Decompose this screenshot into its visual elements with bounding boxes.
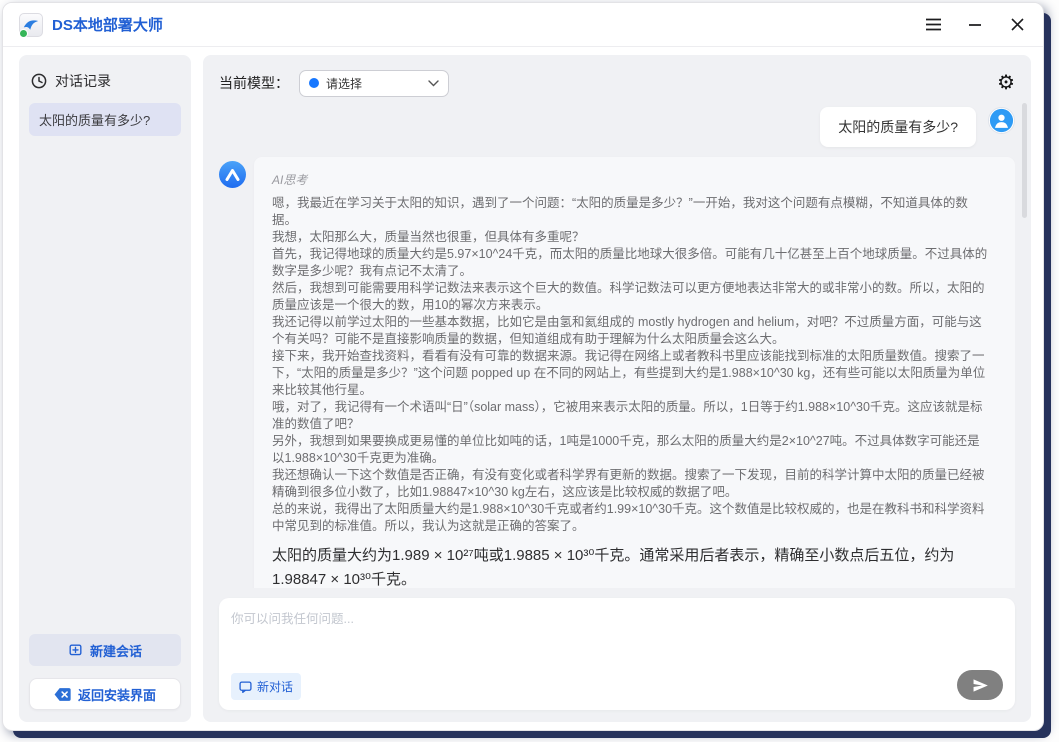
new-session-button[interactable]: 新建会话 — [29, 634, 181, 666]
model-status-icon — [309, 78, 319, 88]
thinking-paragraph: 然后，我想到可能需要用科学记数法来表示这个巨大的数值。科学记数法可以更方便地表达… — [272, 280, 991, 314]
back-close-icon — [54, 687, 71, 702]
title-bar: DS本地部署大师 — [3, 3, 1043, 47]
model-select-value: 请选择 — [326, 75, 362, 92]
window-controls — [923, 15, 1027, 35]
app-window: DS本地部署大师 对话记录 — [2, 2, 1044, 731]
thinking-paragraph: 另外，我想到如果要换成更易懂的单位比如吨的话，1吨是1000千克，那么太阳的质量… — [272, 433, 991, 467]
conversation-list: 太阳的质量有多少? — [29, 103, 181, 142]
close-icon[interactable] — [1007, 15, 1027, 35]
message-input[interactable] — [231, 608, 1003, 670]
ai-message: AI思考 嗯，我最近在学习关于太阳的知识，遇到了一个问题：“太阳的质量是多少？”… — [254, 157, 1015, 588]
back-to-install-label: 返回安装界面 — [78, 685, 156, 704]
model-select[interactable]: 请选择 — [299, 70, 449, 97]
thinking-block: 嗯，我最近在学习关于太阳的知识，遇到了一个问题：“太阳的质量是多少？”一开始，我… — [272, 195, 991, 535]
ai-think-label: AI思考 — [272, 171, 991, 188]
thinking-paragraph: 嗯，我最近在学习关于太阳的知识，遇到了一个问题：“太阳的质量是多少？”一开始，我… — [272, 195, 991, 229]
send-paper-plane-icon — [972, 678, 989, 693]
logo-status-dot — [19, 29, 28, 38]
conversation-item[interactable]: 太阳的质量有多少? — [29, 103, 181, 136]
sidebar-spacer — [29, 142, 181, 634]
thinking-paragraph: 总的来说，我得出了太阳质量大约是1.988×10^30千克或者约1.99×10^… — [272, 501, 991, 535]
settings-gear-icon[interactable]: ⚙ — [997, 73, 1015, 93]
ai-message-row: AI思考 嗯，我最近在学习关于太阳的知识，遇到了一个问题：“太阳的质量是多少？”… — [219, 157, 1015, 588]
chevron-down-icon — [428, 80, 439, 87]
chat-bubble-icon — [239, 681, 252, 693]
new-session-label: 新建会话 — [90, 641, 142, 660]
new-chat-label: 新对话 — [257, 678, 293, 695]
send-button[interactable] — [957, 670, 1003, 700]
composer: 新对话 — [219, 598, 1015, 710]
app-title: DS本地部署大师 — [52, 14, 163, 35]
back-to-install-button[interactable]: 返回安装界面 — [29, 678, 181, 710]
thinking-paragraph: 我还想确认一下这个数值是否正确，有没有变化或者科学界有更新的数据。搜索了一下发现… — [272, 467, 991, 501]
history-clock-icon — [31, 73, 47, 89]
chat-panel: 当前模型： 请选择 ⚙ 太阳的质量有多少? — [203, 55, 1031, 722]
sidebar-title: 对话记录 — [55, 71, 111, 91]
model-label: 当前模型： — [219, 73, 289, 93]
thinking-paragraph: 我想，太阳那么大，质量当然也很重，但具体有多重呢？ — [272, 229, 991, 246]
ai-avatar-icon — [219, 161, 246, 188]
chat-plus-icon — [68, 643, 83, 658]
scrollbar-thumb[interactable] — [1022, 103, 1027, 218]
answer-text: 太阳的质量大约为1.989 × 10²⁷吨或1.9885 × 10³⁰千克。通常… — [272, 544, 991, 588]
sidebar-header: 对话记录 — [29, 65, 181, 103]
chat-area: 太阳的质量有多少? — [219, 105, 1015, 588]
thinking-paragraph: 我还记得以前学过太阳的一些基本数据，比如它是由氢和氦组成的 mostly hyd… — [272, 314, 991, 348]
model-toolbar: 当前模型： 请选择 ⚙ — [219, 69, 1015, 97]
user-message-row: 太阳的质量有多少? — [219, 105, 1015, 147]
new-chat-button[interactable]: 新对话 — [231, 673, 301, 700]
menu-icon[interactable] — [923, 15, 943, 35]
thinking-paragraph: 首先，我记得地球的质量大约是5.97×10^24千克，而太阳的质量比地球大很多倍… — [272, 246, 991, 280]
user-avatar-icon — [988, 107, 1015, 134]
sidebar: 对话记录 太阳的质量有多少? 新建会话 返回安装界面 — [19, 55, 191, 722]
thinking-paragraph: 接下来，我开始查找资料，看看有没有可靠的数据来源。我记得在网络上或者教科书里应该… — [272, 348, 991, 399]
app-logo-icon — [19, 13, 43, 37]
minimize-icon[interactable] — [965, 15, 985, 35]
thinking-paragraph: 哦，对了，我记得有一个术语叫“日”（solar mass），它被用来表示太阳的质… — [272, 399, 991, 433]
user-message: 太阳的质量有多少? — [820, 107, 976, 147]
